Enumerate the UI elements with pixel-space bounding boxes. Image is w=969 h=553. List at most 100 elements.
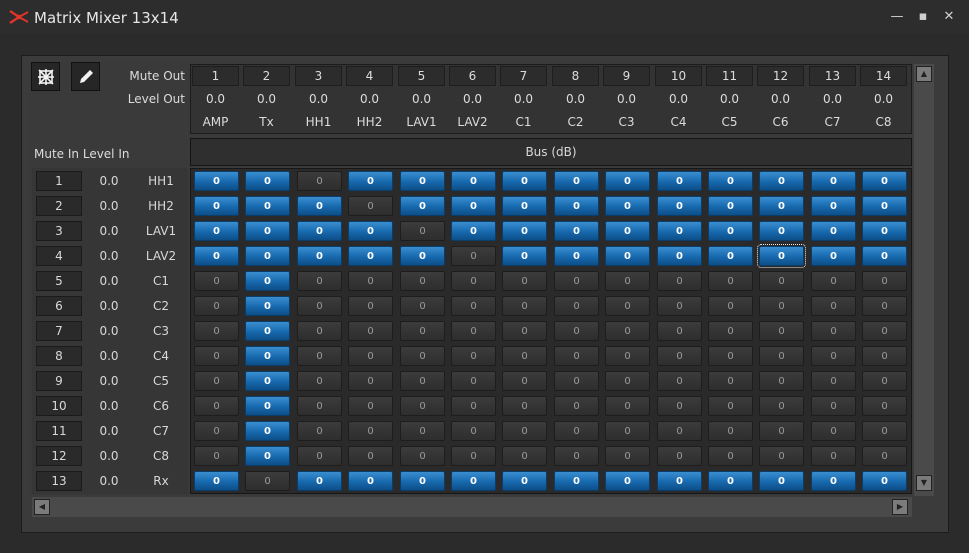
matrix-cell[interactable]: 0 (605, 246, 650, 266)
matrix-cell[interactable]: 0 (245, 371, 290, 391)
matrix-cell[interactable]: 0 (502, 196, 547, 216)
matrix-cell[interactable]: 0 (502, 346, 547, 366)
matrix-cell[interactable]: 0 (245, 446, 290, 466)
matrix-cell[interactable]: 0 (554, 346, 599, 366)
matrix-cell[interactable]: 0 (708, 321, 753, 341)
matrix-cell[interactable]: 0 (194, 471, 239, 491)
mute-in-button[interactable]: 8 (36, 346, 82, 366)
mute-out-button[interactable]: 1 (192, 66, 239, 86)
matrix-cell[interactable]: 0 (759, 196, 804, 216)
matrix-cell[interactable]: 0 (862, 346, 907, 366)
matrix-cell[interactable]: 0 (297, 346, 342, 366)
matrix-cell[interactable]: 0 (605, 296, 650, 316)
matrix-cell[interactable]: 0 (400, 396, 445, 416)
matrix-cell[interactable]: 0 (400, 321, 445, 341)
matrix-cell[interactable]: 0 (657, 371, 702, 391)
matrix-cell[interactable]: 0 (297, 221, 342, 241)
mute-out-button[interactable]: 11 (706, 66, 753, 86)
matrix-cell[interactable]: 0 (862, 321, 907, 341)
matrix-cell[interactable]: 0 (400, 221, 445, 241)
matrix-cell[interactable]: 0 (194, 196, 239, 216)
matrix-cell[interactable]: 0 (245, 321, 290, 341)
matrix-cell[interactable]: 0 (811, 346, 856, 366)
matrix-view-button[interactable] (31, 62, 60, 91)
scroll-right-icon[interactable]: ▶ (892, 499, 908, 515)
matrix-cell[interactable]: 0 (554, 321, 599, 341)
matrix-cell[interactable]: 0 (400, 346, 445, 366)
matrix-cell[interactable]: 0 (708, 421, 753, 441)
matrix-cell[interactable]: 0 (605, 271, 650, 291)
matrix-cell[interactable]: 0 (297, 246, 342, 266)
scroll-down-icon[interactable]: ▼ (916, 475, 932, 491)
mute-out-button[interactable]: 12 (757, 66, 804, 86)
horizontal-scrollbar[interactable]: ◀ ▶ (32, 497, 912, 517)
matrix-cell[interactable]: 0 (862, 221, 907, 241)
matrix-cell[interactable]: 0 (194, 246, 239, 266)
matrix-cell[interactable]: 0 (759, 471, 804, 491)
mute-out-button[interactable]: 4 (346, 66, 393, 86)
matrix-cell[interactable]: 0 (708, 396, 753, 416)
matrix-cell[interactable]: 0 (811, 196, 856, 216)
matrix-cell[interactable]: 0 (400, 271, 445, 291)
matrix-cell[interactable]: 0 (245, 471, 290, 491)
matrix-cell[interactable]: 0 (605, 321, 650, 341)
mute-out-button[interactable]: 8 (552, 66, 599, 86)
matrix-cell[interactable]: 0 (759, 321, 804, 341)
matrix-cell[interactable]: 0 (245, 196, 290, 216)
matrix-cell[interactable]: 0 (400, 171, 445, 191)
mute-out-button[interactable]: 3 (295, 66, 342, 86)
matrix-cell[interactable]: 0 (657, 421, 702, 441)
matrix-cell[interactable]: 0 (245, 221, 290, 241)
matrix-cell[interactable]: 0 (451, 346, 496, 366)
matrix-cell[interactable]: 0 (708, 171, 753, 191)
matrix-cell[interactable]: 0 (554, 471, 599, 491)
matrix-cell[interactable]: 0 (451, 396, 496, 416)
matrix-cell[interactable]: 0 (657, 471, 702, 491)
matrix-cell[interactable]: 0 (194, 421, 239, 441)
mute-out-button[interactable]: 2 (243, 66, 290, 86)
matrix-cell[interactable]: 0 (657, 271, 702, 291)
matrix-cell[interactable]: 0 (348, 171, 393, 191)
matrix-cell[interactable]: 0 (502, 471, 547, 491)
matrix-cell[interactable]: 0 (657, 221, 702, 241)
matrix-cell[interactable]: 0 (400, 446, 445, 466)
matrix-cell[interactable]: 0 (708, 196, 753, 216)
matrix-cell[interactable]: 0 (502, 371, 547, 391)
mute-out-button[interactable]: 7 (500, 66, 547, 86)
matrix-cell[interactable]: 0 (862, 371, 907, 391)
matrix-cell[interactable]: 0 (554, 246, 599, 266)
mute-in-button[interactable]: 4 (36, 246, 82, 266)
matrix-cell[interactable]: 0 (502, 396, 547, 416)
matrix-cell[interactable]: 0 (194, 171, 239, 191)
matrix-cell[interactable]: 0 (348, 271, 393, 291)
matrix-cell[interactable]: 0 (297, 396, 342, 416)
matrix-cell[interactable]: 0 (194, 396, 239, 416)
matrix-cell[interactable]: 0 (348, 421, 393, 441)
matrix-cell[interactable]: 0 (554, 421, 599, 441)
matrix-cell[interactable]: 0 (400, 471, 445, 491)
matrix-cell[interactable]: 0 (759, 421, 804, 441)
matrix-cell[interactable]: 0 (708, 471, 753, 491)
matrix-cell[interactable]: 0 (297, 196, 342, 216)
matrix-cell[interactable]: 0 (811, 296, 856, 316)
matrix-cell[interactable]: 0 (451, 296, 496, 316)
matrix-cell[interactable]: 0 (554, 196, 599, 216)
matrix-cell[interactable]: 0 (759, 346, 804, 366)
matrix-cell[interactable]: 0 (657, 171, 702, 191)
matrix-cell[interactable]: 0 (657, 396, 702, 416)
matrix-cell[interactable]: 0 (297, 446, 342, 466)
matrix-cell[interactable]: 0 (605, 471, 650, 491)
matrix-cell[interactable]: 0 (245, 421, 290, 441)
matrix-cell[interactable]: 0 (605, 396, 650, 416)
matrix-cell[interactable]: 0 (811, 271, 856, 291)
matrix-cell[interactable]: 0 (759, 396, 804, 416)
matrix-cell[interactable]: 0 (502, 246, 547, 266)
matrix-cell[interactable]: 0 (811, 246, 856, 266)
mute-in-button[interactable]: 13 (36, 471, 82, 491)
matrix-cell[interactable]: 0 (708, 221, 753, 241)
matrix-cell[interactable]: 0 (348, 396, 393, 416)
mute-out-button[interactable]: 9 (603, 66, 650, 86)
matrix-cell[interactable]: 0 (400, 371, 445, 391)
matrix-cell[interactable]: 0 (348, 346, 393, 366)
matrix-cell[interactable]: 0 (297, 271, 342, 291)
